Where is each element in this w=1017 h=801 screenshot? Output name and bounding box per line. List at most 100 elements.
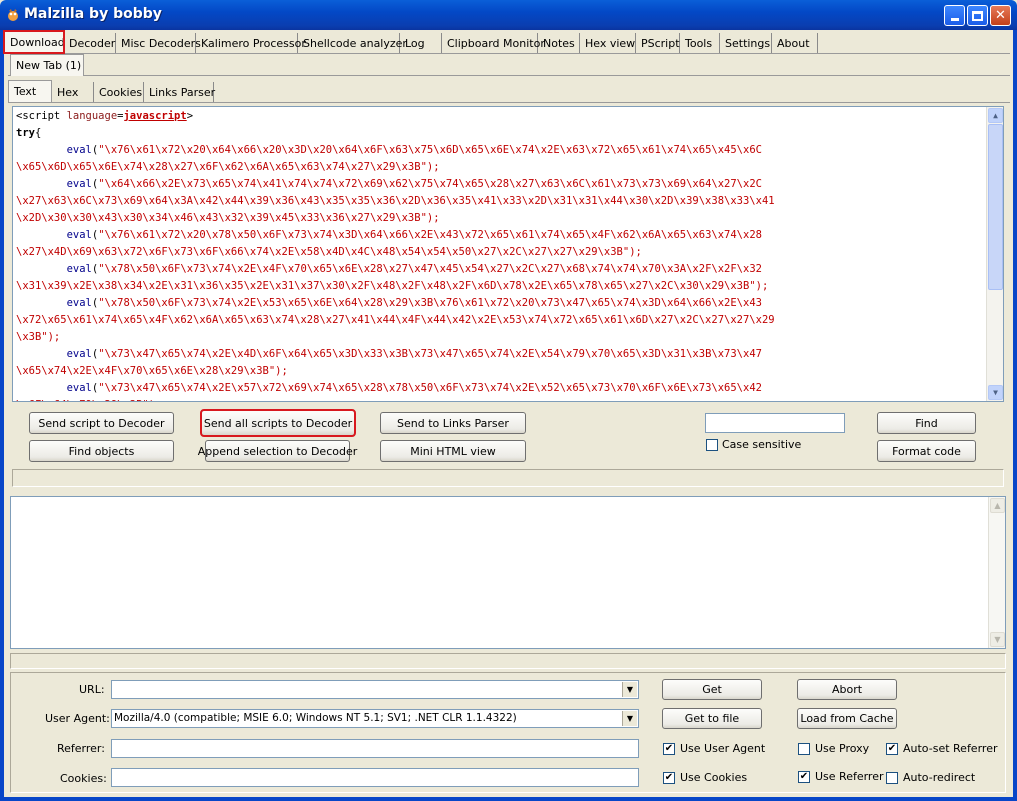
chevron-down-icon: ▼	[993, 388, 998, 397]
code-line: \x31\x39\x2E\x38\x34\x2E\x31\x36\x35\x2E…	[16, 278, 986, 295]
minimize-button[interactable]	[944, 5, 965, 26]
tab-kalimero-processor[interactable]: Kalimero Processor	[196, 33, 306, 53]
case-sensitive-label: Case sensitive	[722, 438, 802, 451]
code-line: eval("\x64\x66\x2E\x73\x65\x74\x41\x74\x…	[66, 178, 762, 190]
auto-set-referrer-label: Auto-set Referrer	[903, 742, 998, 755]
tab-notes[interactable]: Notes	[538, 33, 580, 53]
tab-label: About	[777, 36, 810, 50]
tab-new-tab-1[interactable]: New Tab (1)	[10, 54, 84, 76]
code-line: \x6F\x64\x79\x29\x3B");	[16, 397, 986, 401]
url-combobox[interactable]: ▼	[111, 680, 639, 699]
main-tab-bar: Download Decoder Misc Decoders Kalimero …	[3, 30, 1010, 54]
tab-label: Links Parser	[149, 85, 216, 99]
code-line: eval("\x73\x47\x65\x74\x2E\x4D\x6F\x64\x…	[66, 348, 762, 360]
dropdown-arrow-icon[interactable]: ▼	[622, 682, 637, 697]
scroll-thumb[interactable]	[988, 124, 1003, 290]
chevron-up-icon: ▲	[994, 501, 1001, 510]
case-sensitive-checkbox[interactable]	[706, 439, 718, 451]
use-user-agent-checkbox[interactable]: ✔	[663, 743, 675, 755]
code-token: eval	[66, 297, 92, 309]
tab-label: Notes	[543, 36, 575, 50]
auto-redirect-checkbox[interactable]	[886, 772, 898, 784]
code-token: \x65\x6D\x65\x6E\x74\x28\x27\x6F\x62\x6A…	[16, 161, 440, 173]
find-input[interactable]	[705, 413, 845, 433]
tab-clipboard-monitor[interactable]: Clipboard Monitor	[442, 33, 545, 53]
use-proxy-checkbox[interactable]	[798, 743, 810, 755]
abort-button[interactable]: Abort	[797, 679, 897, 700]
scroll-down-button[interactable]: ▼	[990, 632, 1005, 647]
referrer-input[interactable]	[111, 739, 639, 758]
find-objects-button[interactable]: Find objects	[29, 440, 174, 462]
tab-label: Tools	[685, 36, 713, 50]
tab-hex-view[interactable]: Hex view	[580, 33, 636, 53]
close-button[interactable]: ✕	[990, 5, 1011, 26]
status-strip	[12, 469, 1004, 487]
load-from-cache-button[interactable]: Load from Cache	[797, 708, 897, 729]
get-to-file-button[interactable]: Get to file	[662, 708, 762, 729]
tab-misc-decoders[interactable]: Misc Decoders	[116, 33, 201, 53]
code-line: \x27\x63\x6C\x73\x69\x64\x3A\x42\x44\x39…	[16, 193, 986, 210]
use-referrer-checkbox[interactable]: ✔	[798, 771, 810, 783]
tab-pscript[interactable]: PScript	[636, 33, 680, 53]
format-code-button[interactable]: Format code	[877, 440, 976, 462]
tab-log[interactable]: Log	[400, 33, 442, 53]
code-token: \x65\x74\x2E\x4F\x70\x65\x6E\x28\x29\x3B…	[16, 365, 288, 377]
code-scrollbar[interactable]: ▲ ▼	[986, 107, 1003, 401]
scroll-up-button[interactable]: ▲	[990, 498, 1005, 513]
tab-label: Kalimero Processor	[201, 36, 306, 50]
close-icon: ✕	[995, 8, 1006, 23]
user-agent-combobox[interactable]: Mozilla/4.0 (compatible; MSIE 6.0; Windo…	[111, 709, 639, 728]
send-script-to-decoder-button[interactable]: Send script to Decoder	[29, 412, 174, 434]
tab-about[interactable]: About	[772, 33, 818, 53]
mini-html-view-button[interactable]: Mini HTML view	[380, 440, 526, 462]
script-editor[interactable]: <script language=javascript> try{ eval("…	[12, 106, 1004, 402]
use-proxy-label: Use Proxy	[815, 742, 870, 755]
append-selection-to-decoder-button[interactable]: Append selection to Decoder	[198, 440, 357, 462]
tab-cookies[interactable]: Cookies	[94, 82, 144, 102]
code-token: \x27\x63\x6C\x73\x69\x64\x3A\x42\x44\x39…	[16, 195, 775, 207]
code-token: \x3B");	[16, 331, 61, 343]
code-token: javascript	[123, 110, 187, 122]
dropdown-arrow-icon[interactable]: ▼	[622, 711, 637, 726]
tab-decoder[interactable]: Decoder	[64, 33, 116, 53]
tab-label: Settings	[725, 36, 771, 50]
tab-download[interactable]: Download	[3, 30, 65, 54]
output-text-area[interactable]: ▲ ▼	[10, 496, 1006, 649]
code-token: try	[16, 127, 35, 139]
scroll-down-button[interactable]: ▼	[988, 385, 1003, 400]
use-user-agent-label: Use User Agent	[680, 742, 766, 755]
code-token: \x31\x39\x2E\x38\x34\x2E\x31\x36\x35\x2E…	[16, 280, 769, 292]
tab-settings[interactable]: Settings	[720, 33, 772, 53]
code-token: \x27\x4D\x69\x63\x72\x6F\x73\x6F\x66\x74…	[16, 246, 642, 258]
scroll-up-button[interactable]: ▲	[988, 108, 1003, 123]
code-token: \x2D\x30\x30\x43\x30\x34\x46\x43\x32\x39…	[16, 212, 440, 224]
maximize-button[interactable]	[967, 5, 988, 26]
checkmark-icon: ✔	[887, 743, 897, 754]
code-token: eval	[66, 263, 92, 275]
chevron-down-icon: ▼	[994, 635, 1001, 644]
send-all-scripts-to-decoder-button[interactable]: Send all scripts to Decoder	[200, 409, 356, 437]
find-button[interactable]: Find	[877, 412, 976, 434]
tab-label: Cookies	[99, 85, 143, 99]
auto-set-referrer-checkbox[interactable]: ✔	[886, 743, 898, 755]
tab-shellcode-analyzer[interactable]: Shellcode analyzer	[298, 33, 407, 53]
auto-redirect-label: Auto-redirect	[903, 771, 976, 784]
code-line: eval("\x78\x50\x6F\x73\x74\x2E\x4F\x70\x…	[66, 263, 762, 275]
user-agent-value: Mozilla/4.0 (compatible; MSIE 6.0; Windo…	[114, 712, 517, 724]
cookies-input[interactable]	[111, 768, 639, 787]
code-line: \x2D\x30\x30\x43\x30\x34\x46\x43\x32\x39…	[16, 210, 986, 227]
send-to-links-parser-button[interactable]: Send to Links Parser	[380, 412, 526, 434]
get-button[interactable]: Get	[662, 679, 762, 700]
app-icon	[6, 8, 20, 22]
tab-hex[interactable]: Hex	[52, 82, 94, 102]
use-cookies-checkbox[interactable]: ✔	[663, 772, 675, 784]
tab-links-parser[interactable]: Links Parser	[144, 82, 216, 102]
tab-tools[interactable]: Tools	[680, 33, 720, 53]
window-frame-right	[1013, 30, 1017, 801]
window-frame-bottom	[0, 797, 1017, 801]
splitter-strip[interactable]	[10, 653, 1006, 669]
checkmark-icon: ✔	[664, 743, 674, 754]
tab-text[interactable]: Text	[8, 80, 52, 102]
output-scrollbar[interactable]: ▲ ▼	[988, 497, 1005, 648]
code-line: \x72\x65\x61\x74\x65\x4F\x62\x6A\x65\x63…	[16, 312, 986, 329]
